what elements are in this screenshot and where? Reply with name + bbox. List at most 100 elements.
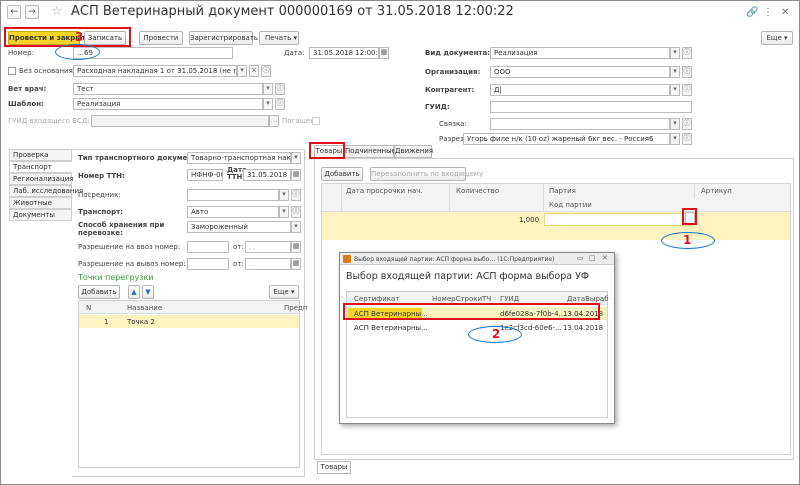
agent-open-icon[interactable]: ⓘ [291, 189, 301, 201]
more-button[interactable]: Еще ▾ [761, 31, 793, 45]
ttn-number-field[interactable]: НФНФ-000 [187, 169, 223, 181]
point-row-name: Точка 2 [127, 318, 155, 326]
contractor-field[interactable]: Д| [490, 84, 670, 96]
guid-field[interactable] [490, 101, 692, 113]
agent-field[interactable] [187, 189, 279, 201]
points-more-label: Еще [273, 288, 289, 296]
transport-label: Транспорт: [78, 208, 124, 216]
tab-subordinate[interactable]: Подчиненные [344, 145, 396, 158]
section-field[interactable]: Угорь филе н/к (10 oz) жареный 6кг вес. … [463, 133, 670, 145]
import-permit-field[interactable] [187, 241, 229, 253]
export-date-field[interactable]: . . [245, 258, 291, 270]
add-goods-button[interactable]: Добавить [321, 167, 363, 181]
print-button[interactable]: Печать ▾ [259, 31, 299, 45]
link-open-icon[interactable]: ⓘ [682, 118, 692, 130]
points-more-button[interactable]: Еще ▾ [269, 285, 299, 299]
ttn-date-field[interactable]: 31.05.2018 [243, 169, 291, 181]
doctype-open-icon[interactable]: ⓘ [682, 47, 692, 59]
move-up-icon[interactable]: ▲ [128, 285, 140, 299]
bottom-tab-goods[interactable]: Товары [317, 461, 351, 474]
contractor-dropdown-icon[interactable]: ▾ [670, 84, 680, 96]
org-open-icon[interactable]: ⓘ [682, 66, 692, 78]
org-label: Организация: [425, 68, 481, 76]
export-calendar-icon[interactable]: ▦ [291, 258, 301, 270]
basis-clear-icon[interactable]: × [249, 65, 259, 77]
side-tab-transport[interactable]: Транспорт [9, 161, 72, 173]
doctype-field[interactable]: Реализация [490, 47, 670, 59]
batch-selection-popup: Выбор входящей партии: АСП форма выбо… (… [339, 252, 615, 424]
more-label: Еще [766, 34, 782, 42]
post-button[interactable]: Провести [139, 31, 183, 45]
menu-icon[interactable]: ⋮ [763, 7, 773, 18]
link-label: Связка: [439, 120, 467, 128]
import-from-label: от: [233, 243, 244, 251]
batch-cell-input[interactable] [544, 213, 694, 226]
link-dropdown-icon[interactable]: ▾ [670, 118, 680, 130]
transport-field[interactable]: Авто [187, 206, 279, 218]
points-table-header [79, 301, 299, 314]
vet-field[interactable]: Тест [73, 83, 263, 95]
side-tab-documents[interactable]: Документы [9, 209, 72, 221]
agent-dropdown-icon[interactable]: ▾ [279, 189, 289, 201]
popup-window-title: Выбор входящей партии: АСП форма выбо… (… [354, 256, 555, 263]
table-row[interactable] [79, 315, 299, 328]
vet-open-icon[interactable]: ⓘ [275, 83, 285, 95]
side-tab-animals[interactable]: Животные [9, 197, 72, 209]
ttn-type-dropdown-icon[interactable]: ▾ [291, 152, 301, 164]
transport-open-icon[interactable]: ⓘ [291, 206, 301, 218]
basis-dropdown-icon[interactable]: ▾ [237, 65, 247, 77]
add-point-button[interactable]: Добавить [78, 285, 120, 299]
basis-open-icon[interactable]: ⓘ [261, 65, 271, 77]
register-button[interactable]: Зарегистрировать [189, 31, 258, 45]
write-button[interactable]: Записать [84, 31, 126, 45]
storage-label: Способ хранения при перевозке: [78, 221, 165, 237]
date-field[interactable]: 31.05.2018 12:00:22 [309, 47, 379, 59]
section-dropdown-icon[interactable]: ▾ [670, 133, 680, 145]
ttn-calendar-icon[interactable]: ▦ [291, 169, 301, 181]
popup-minimize-icon[interactable]: ▭ [577, 254, 584, 262]
move-down-icon[interactable]: ▼ [142, 285, 154, 299]
favorite-star-icon[interactable]: ☆ [51, 4, 63, 19]
number-field[interactable]: …69 [73, 47, 233, 59]
popup-maximize-icon[interactable]: □ [589, 254, 596, 262]
link-field[interactable] [490, 118, 670, 130]
side-tab-regionalization[interactable]: Регионализация [9, 173, 73, 185]
annotation-label-3: 3 [75, 30, 84, 44]
template-field[interactable]: Реализация [73, 98, 263, 110]
tab-goods[interactable]: Товары [314, 145, 344, 158]
import-date-field[interactable]: . . [245, 241, 291, 253]
popup-close-icon[interactable]: ✕ [602, 254, 608, 262]
forward-arrow-icon[interactable]: → [25, 5, 39, 19]
export-permit-field[interactable] [187, 258, 229, 270]
ttn-type-field[interactable]: Товарно-транспортная накладная [187, 152, 291, 164]
side-tab-lab[interactable]: Лаб. исследования [9, 185, 83, 197]
no-basis-checkbox[interactable] [8, 67, 16, 75]
storage-dropdown-icon[interactable]: ▾ [291, 221, 301, 233]
link-icon[interactable]: 🔗 [746, 7, 758, 18]
ttn-number-label: Номер ТТН: [78, 172, 125, 180]
org-field[interactable]: ООО [490, 66, 670, 78]
popup-title: Выбор входящей партии: АСП форма выбора … [346, 271, 590, 282]
storage-field[interactable]: Замороженный [187, 221, 291, 233]
transport-dropdown-icon[interactable]: ▾ [279, 206, 289, 218]
org-dropdown-icon[interactable]: ▾ [670, 66, 680, 78]
contractor-open-icon[interactable]: ⓘ [682, 84, 692, 96]
doctype-dropdown-icon[interactable]: ▾ [670, 47, 680, 59]
batch-select-button[interactable] [685, 212, 695, 225]
back-arrow-icon[interactable]: ← [7, 5, 21, 19]
template-open-icon[interactable]: ⓘ [275, 98, 285, 110]
close-icon[interactable]: ✕ [781, 7, 789, 18]
template-dropdown-icon[interactable]: ▾ [263, 98, 273, 110]
import-calendar-icon[interactable]: ▦ [291, 241, 301, 253]
calendar-icon[interactable]: ▦ [379, 47, 389, 59]
post-and-close-button[interactable]: Провести и закрыть [8, 31, 90, 45]
section-open-icon[interactable]: ⓘ [682, 133, 692, 145]
side-tab-check[interactable]: Проверка [9, 149, 72, 161]
header-divider [694, 184, 695, 198]
col-expiry-header: Дата просрочки нач. [346, 187, 423, 195]
basis-field[interactable]: Расходная накладная 1 от 31.05.2018 (не … [73, 65, 237, 77]
popup-col-guid: ГУИД [500, 295, 520, 303]
document-window: ← → ☆ АСП Ветеринарный документ 00000016… [0, 0, 800, 485]
vet-dropdown-icon[interactable]: ▾ [263, 83, 273, 95]
tab-movements[interactable]: Движения [394, 145, 433, 158]
